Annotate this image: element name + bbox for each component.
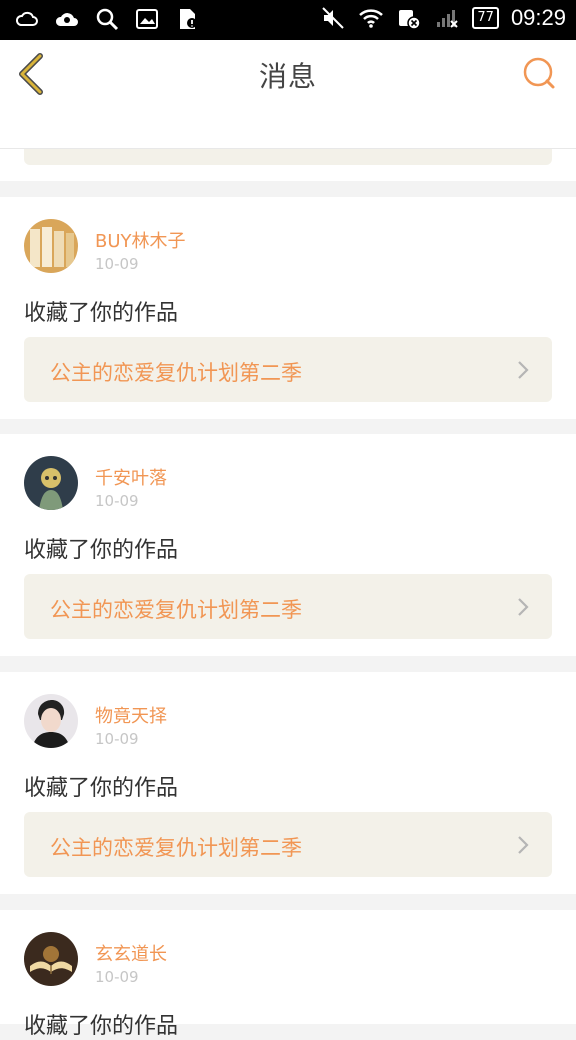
- search-button[interactable]: [522, 56, 556, 90]
- previous-work-link[interactable]: [24, 149, 552, 165]
- chevron-right-icon: [518, 361, 529, 379]
- message-card: 物竟天择 10-09 收藏了你的作品 公主的恋爱复仇计划第二季: [0, 672, 576, 894]
- action-text: 收藏了你的作品: [24, 538, 179, 563]
- message-date: 10-09: [95, 255, 139, 273]
- page-title: 消息: [258, 60, 317, 93]
- work-title: 公主的恋爱复仇计划第二季: [50, 361, 302, 385]
- signal-icon: [437, 10, 459, 28]
- message-date: 10-09: [95, 492, 139, 510]
- message-card: 千安叶落 10-09 收藏了你的作品 公主的恋爱复仇计划第二季: [0, 434, 576, 656]
- action-text: 收藏了你的作品: [24, 776, 179, 801]
- action-text: 收藏了你的作品: [24, 301, 179, 326]
- avatar[interactable]: [24, 219, 78, 273]
- cloud-icon: [15, 11, 38, 26]
- username[interactable]: 千安叶落: [95, 464, 167, 490]
- battery-indicator: 77: [472, 7, 499, 29]
- avatar[interactable]: [24, 932, 78, 986]
- cloud-sync-icon: [55, 13, 78, 26]
- work-link[interactable]: 公主的恋爱复仇计划第二季: [24, 337, 552, 402]
- search-status-icon: [96, 8, 119, 31]
- message-card: BUY林木子 10-09 收藏了你的作品 公主的恋爱复仇计划第二季: [0, 197, 576, 419]
- sd-card-alert-icon: [180, 9, 197, 29]
- message-card: 玄玄道长 10-09 收藏了你的作品: [0, 910, 576, 1039]
- status-bar: 77 09:29: [0, 0, 576, 40]
- chevron-right-icon: [518, 836, 529, 854]
- work-link[interactable]: 公主的恋爱复仇计划第二季: [24, 812, 552, 877]
- data-off-icon: [399, 10, 422, 30]
- mute-icon: [322, 7, 345, 29]
- chevron-right-icon: [518, 598, 529, 616]
- message-date: 10-09: [95, 968, 139, 986]
- action-text: 收藏了你的作品: [24, 1014, 179, 1039]
- username[interactable]: 物竟天择: [95, 702, 167, 728]
- username[interactable]: BUY林木子: [95, 227, 186, 253]
- avatar[interactable]: [24, 694, 78, 748]
- username[interactable]: 玄玄道长: [95, 940, 167, 966]
- work-title: 公主的恋爱复仇计划第二季: [50, 836, 302, 860]
- search-icon: [523, 57, 555, 89]
- work-title: 公主的恋爱复仇计划第二季: [50, 598, 302, 622]
- message-date: 10-09: [95, 730, 139, 748]
- avatar[interactable]: [24, 456, 78, 510]
- battery-level: 77: [472, 7, 499, 29]
- wifi-icon: [359, 9, 384, 28]
- clock: 09:29: [510, 5, 566, 30]
- image-icon: [136, 9, 158, 29]
- work-link[interactable]: 公主的恋爱复仇计划第二季: [24, 574, 552, 639]
